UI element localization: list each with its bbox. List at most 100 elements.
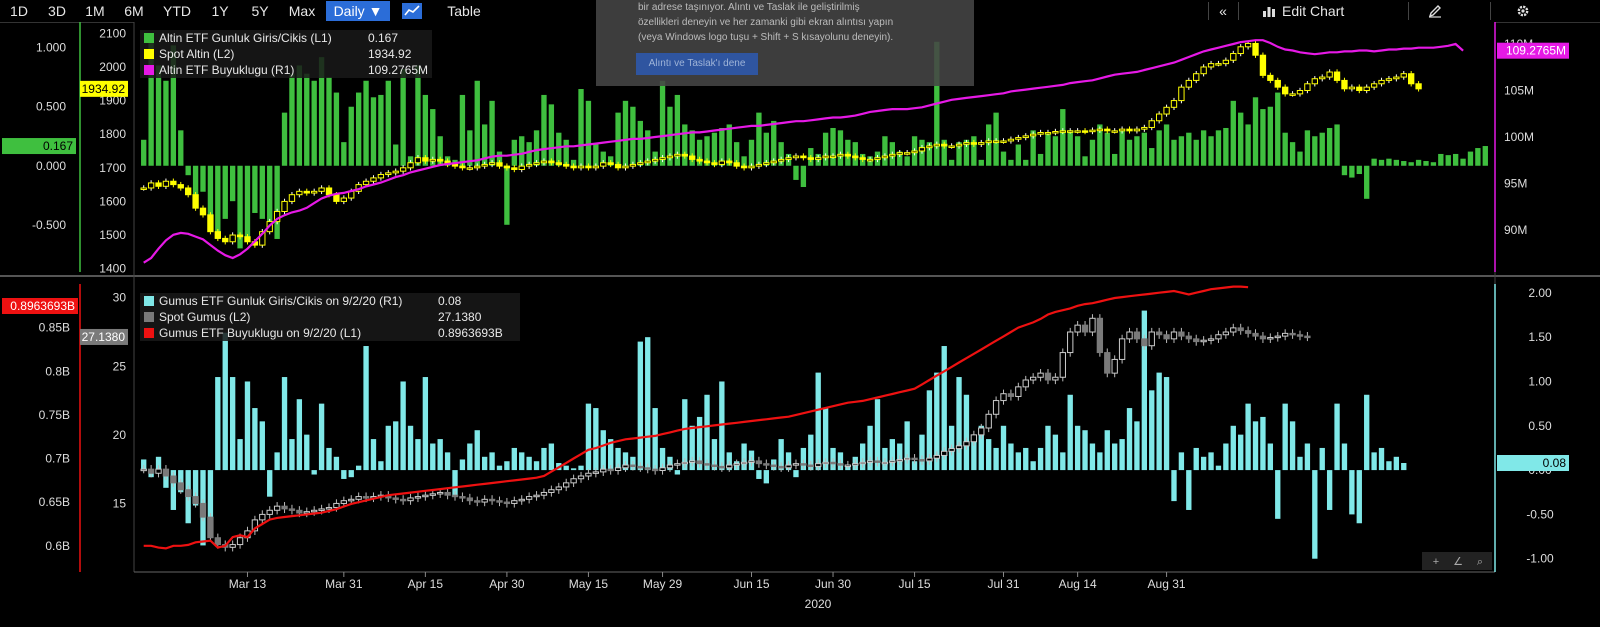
gold-price-candle (422, 157, 429, 162)
frequency-dropdown[interactable]: Daily ▼ (326, 1, 390, 21)
gold-flow-bar (1438, 153, 1444, 166)
gold-price-candle (1118, 128, 1126, 132)
silver-price-candle (1037, 372, 1044, 378)
gold-price-candle (644, 160, 651, 164)
gold-price-candle (1341, 79, 1348, 90)
silver-flow-bar (259, 421, 265, 471)
table-button[interactable]: Table (436, 1, 492, 21)
top-l1-tick: -0.500 (32, 218, 66, 232)
gold-price-candle (992, 140, 1000, 143)
legend-name: Gumus ETF Gunluk Giris/Cikis on 9/2/20 (… (159, 294, 403, 308)
silver-flow-bar (1023, 447, 1029, 471)
silver-flow-bar (304, 434, 310, 471)
gold-price-candle (1296, 90, 1304, 95)
gold-price-candle (1408, 73, 1415, 85)
gold-price-candle (281, 200, 288, 213)
silver-flow-bar (244, 381, 251, 471)
gold-price-candle (607, 162, 614, 165)
silver-flow-bar (1364, 394, 1370, 471)
legend-value: 27.1380 (438, 310, 482, 324)
silver-price-candle (1259, 335, 1267, 340)
gold-flow-bar (311, 80, 317, 166)
top-l2-tick: 2000 (99, 60, 126, 74)
notification-line: bir adrese taşınıyor. Alıntı ve Taslak i… (638, 2, 860, 13)
gold-price-candle (1400, 73, 1407, 78)
legend-entry[interactable]: Spot Altin (L2) 1934.92 (140, 46, 432, 62)
legend-entry[interactable]: Gumus ETF Gunluk Giris/Cikis on 9/2/20 (… (140, 293, 520, 309)
period-1m[interactable]: 1M (76, 1, 114, 21)
silver-flow-bar (1223, 443, 1229, 471)
top-l1-tick: 0.000 (36, 159, 66, 173)
gold-flow-bar (882, 136, 888, 166)
gold-price-candle (488, 162, 496, 165)
gold-flow-bar (1371, 158, 1377, 166)
silver-price-candle (763, 463, 770, 466)
gold-price-candle (407, 162, 414, 169)
period-3d[interactable]: 3D (38, 1, 76, 21)
silver-flow-bar (1289, 421, 1296, 471)
silver-flow-bar (963, 394, 970, 471)
silver-flow-bar (1141, 310, 1148, 471)
gold-flow-bar (1475, 148, 1481, 166)
legend-entry[interactable]: Spot Gumus (L2) 27.1380 (140, 309, 520, 325)
bottom-r1-tick: 0.50 (1528, 419, 1552, 433)
silver-price-candle (392, 497, 399, 500)
gold-price-candle (711, 162, 718, 165)
gold-flow-bar (948, 159, 955, 166)
edit-chart-button[interactable]: Edit Chart (1262, 1, 1392, 21)
x-tick-label: Apr 30 (489, 577, 525, 591)
gold-flow-bar (1252, 97, 1259, 166)
silver-flow-bar (600, 430, 606, 471)
gold-flow-bar (593, 144, 599, 166)
gold-price-candle (1096, 128, 1104, 132)
legend-entry[interactable]: Altin ETF Gunluk Giris/Cikis (L1) 0.167 (140, 30, 432, 46)
silver-price-candle (318, 508, 325, 511)
silver-flow-bar (1015, 452, 1022, 471)
gold-price-candle (474, 165, 481, 169)
period-6m[interactable]: 6M (114, 1, 154, 21)
annotate-button[interactable] (1424, 1, 1446, 21)
silver-price-candle (540, 491, 548, 496)
gold-flow-bar (659, 80, 666, 166)
gold-price-candle (1193, 73, 1200, 81)
gold-flow-bar (756, 112, 762, 166)
silver-price-candle (629, 464, 637, 468)
gold-flow-bar (837, 130, 844, 166)
gold-price-candle (829, 155, 837, 159)
period-max[interactable]: Max (282, 1, 322, 21)
gold-flow-bar (229, 165, 236, 202)
top-l1-tick: 0.500 (36, 100, 66, 114)
gold-flow-bar (1141, 132, 1148, 166)
silver-price-candle (340, 500, 348, 504)
silver-price-candle (288, 508, 296, 511)
collapse-button[interactable]: « (1212, 1, 1234, 21)
gold-flow-bar (682, 124, 688, 166)
period-ytd[interactable]: YTD (155, 1, 199, 21)
silver-price-candle (503, 501, 511, 505)
gold-price-candle (192, 194, 199, 209)
legend-entry[interactable]: Altin ETF Buyuklugu (R1) 109.2765M (140, 62, 432, 78)
gold-flow-bar (252, 165, 258, 213)
gold-price-candle (592, 165, 600, 169)
chart-type-button[interactable] (398, 1, 426, 21)
gold-price-candle (755, 163, 763, 167)
gold-flow-bar (1067, 130, 1073, 166)
settings-button[interactable] (1512, 1, 1534, 21)
legend-entry[interactable]: Gumus ETF Buyuklugu on 9/2/20 (L1) 0.8963… (140, 325, 520, 341)
silver-price-candle (185, 489, 192, 498)
try-snip-sketch-button[interactable]: Alıntı ve Taslak'ı dene (636, 53, 758, 75)
silver-flow-bar (1008, 443, 1014, 471)
gold-price-candle (392, 170, 399, 174)
gold-price-candle (429, 158, 436, 162)
top-l2-last-label: 1934.92 (82, 82, 126, 96)
gold-price-candle (147, 182, 155, 189)
period-1y[interactable]: 1Y (200, 1, 240, 21)
gold-price-candle (689, 155, 696, 160)
period-1d[interactable]: 1D (0, 1, 38, 21)
silver-price-candle (918, 459, 926, 462)
silver-price-candle (577, 475, 585, 480)
period-5y[interactable]: 5Y (240, 1, 280, 21)
gold-price-candle (177, 184, 184, 189)
crosshair-icon: + (1433, 556, 1439, 568)
silver-price-candle (481, 498, 488, 503)
